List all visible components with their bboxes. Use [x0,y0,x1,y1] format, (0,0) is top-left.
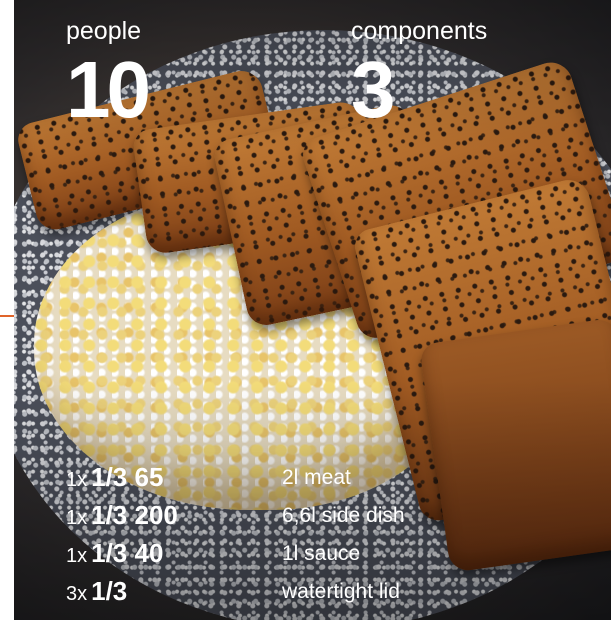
item-row: 1x 1/3 40 [66,538,163,568]
item-description: 6,6l side dish [282,504,405,527]
item-description: 1l sauce [282,542,361,565]
item-description: 2l meat [282,466,351,489]
people-label: people [66,17,142,45]
components-count: 3 [351,45,396,134]
item-row: 1x 1/3 200 [66,500,178,530]
item-size: 1/3 40 [91,538,164,568]
item-row: 3x 1/3 [66,576,127,606]
item-size: 1/3 [91,576,128,606]
item-quantity: 1x [66,507,88,529]
item-quantity: 1x [66,545,88,567]
accent-edge-marker [0,315,14,317]
item-description: watertight lid [282,580,400,603]
item-size: 1/3 200 [91,500,178,530]
people-count: 10 [66,45,151,134]
item-size: 1/3 65 [91,462,164,492]
item-quantity: 1x [66,469,88,491]
item-row: 1x 1/3 65 [66,462,163,492]
components-label: components [351,17,488,45]
item-quantity: 3x [66,583,88,605]
